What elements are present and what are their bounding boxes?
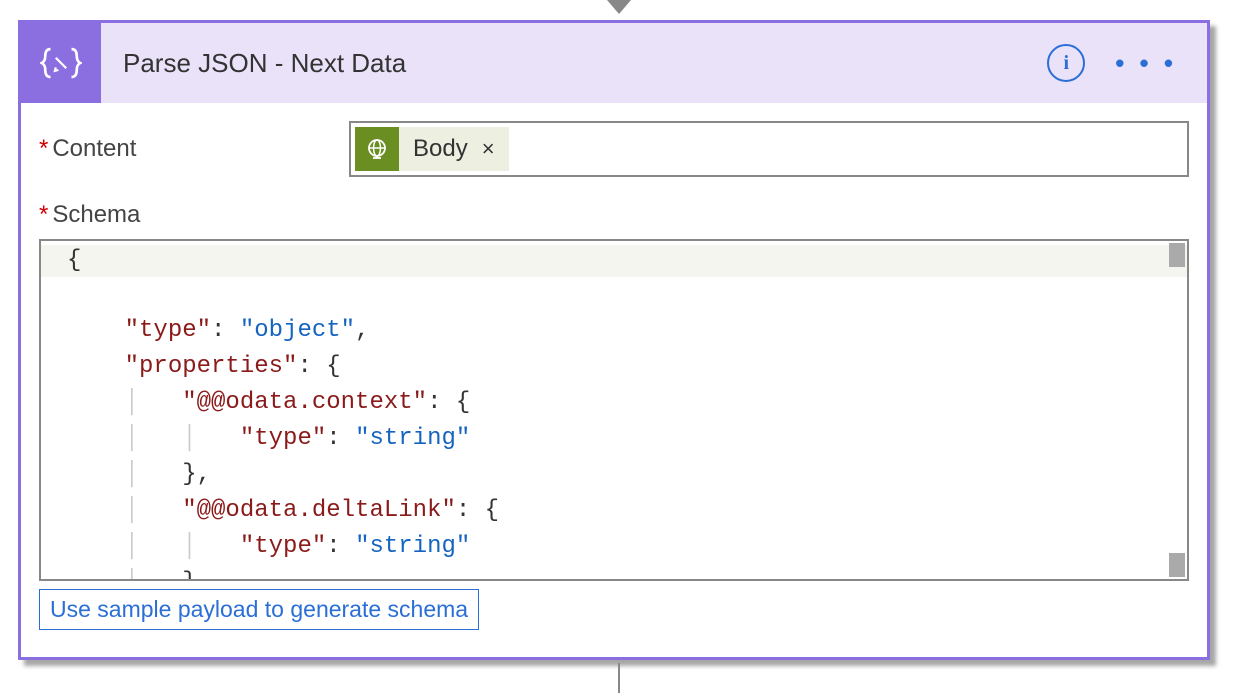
info-icon[interactable]: i: [1047, 44, 1085, 82]
card-title: Parse JSON - Next Data: [123, 48, 406, 79]
body-token[interactable]: Body ×: [355, 127, 509, 171]
token-label: Body: [399, 135, 482, 163]
flow-arrow-down-icon: [607, 0, 631, 14]
parse-json-action-card: Parse JSON - Next Data i • • • *Content: [18, 20, 1210, 660]
token-remove-icon[interactable]: ×: [482, 136, 509, 162]
schema-label: *Schema: [39, 201, 1189, 229]
schema-code[interactable]: { "type": "object", "properties": { │ "@…: [41, 241, 1187, 579]
content-field-row: *Content Body ×: [39, 121, 1189, 177]
content-input[interactable]: Body ×: [349, 121, 1189, 177]
schema-editor[interactable]: { "type": "object", "properties": { │ "@…: [39, 239, 1189, 581]
use-sample-payload-link[interactable]: Use sample payload to generate schema: [39, 589, 479, 630]
card-body: *Content Body ×: [21, 103, 1207, 648]
parse-json-icon: [21, 23, 101, 103]
scrollbar-thumb[interactable]: [1169, 243, 1185, 267]
card-header[interactable]: Parse JSON - Next Data i • • •: [21, 23, 1207, 103]
more-menu-button[interactable]: • • •: [1115, 48, 1177, 79]
flow-connector-line: [618, 663, 620, 693]
scrollbar-thumb[interactable]: [1169, 553, 1185, 577]
content-label: *Content: [39, 135, 349, 163]
globe-icon: [355, 127, 399, 171]
